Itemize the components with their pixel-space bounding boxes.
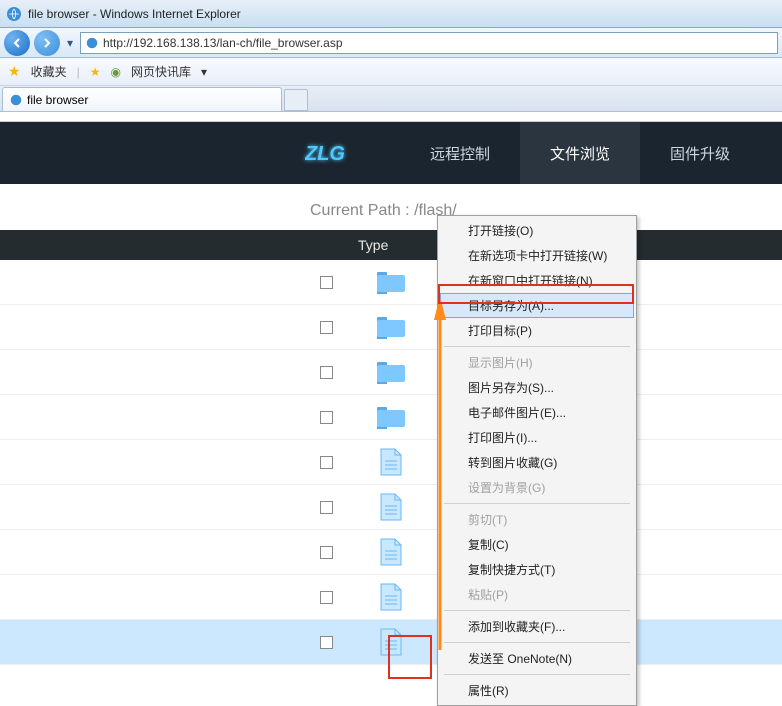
suggested-icon: ★ [90, 65, 101, 79]
file-list: dso_1.wfm [0, 260, 782, 665]
ctx-paste: 粘贴(P) [440, 582, 634, 607]
nav-file-browse[interactable]: 文件浏览 [520, 122, 640, 184]
dropdown-icon[interactable]: ▾ [201, 65, 207, 79]
row-checkbox[interactable] [320, 456, 333, 469]
svg-text:ZLG: ZLG [305, 143, 345, 165]
ctx-copy-shortcut[interactable]: 复制快捷方式(T) [440, 557, 634, 582]
quick-links-label[interactable]: 网页快讯库 [131, 63, 191, 80]
ctx-send-onenote[interactable]: 发送至 OneNote(N) [440, 646, 634, 671]
ctx-email-image[interactable]: 电子邮件图片(E)... [440, 400, 634, 425]
browser-tab[interactable]: file browser [2, 87, 282, 111]
ctx-open-link[interactable]: 打开链接(O) [440, 218, 634, 243]
web-slice-icon: ◉ [110, 65, 120, 79]
current-path-row: Current Path : /flash/ [0, 184, 782, 230]
ctx-save-image-as[interactable]: 图片另存为(S)... [440, 375, 634, 400]
ie-tab-icon [9, 93, 23, 107]
nav-remote-control[interactable]: 远程控制 [400, 122, 520, 184]
back-button[interactable] [4, 30, 30, 56]
window-title: file browser - Windows Internet Explorer [28, 7, 241, 21]
row-checkbox[interactable] [320, 366, 333, 379]
file-table-header: Type [0, 230, 782, 260]
ctx-copy[interactable]: 复制(C) [440, 532, 634, 557]
url-input[interactable] [103, 36, 773, 50]
folder-icon[interactable] [373, 268, 409, 296]
folder-icon[interactable] [373, 313, 409, 341]
file-row[interactable] [0, 575, 782, 620]
favorites-label[interactable]: 收藏夹 [31, 63, 67, 80]
separator: | [77, 65, 80, 79]
row-checkbox[interactable] [320, 501, 333, 514]
nav-history-dropdown[interactable]: ▾ [64, 31, 76, 55]
ctx-properties[interactable]: 属性(R) [440, 678, 634, 703]
zlg-logo[interactable]: ZLG [300, 138, 360, 168]
row-checkbox[interactable] [320, 636, 333, 649]
row-checkbox[interactable] [320, 411, 333, 424]
page-header: ZLG 远程控制 文件浏览 固件升级 [0, 122, 782, 184]
file-icon[interactable] [373, 628, 409, 656]
ctx-show-image: 显示图片(H) [440, 350, 634, 375]
ctx-save-target-as[interactable]: 目标另存为(A)... [440, 293, 634, 318]
ctx-separator [444, 610, 630, 611]
browser-navbar: ▾ [0, 28, 782, 58]
ctx-goto-image-fav[interactable]: 转到图片收藏(G) [440, 450, 634, 475]
row-checkbox[interactable] [320, 276, 333, 289]
favorites-bar: ★ 收藏夹 | ★ ◉ 网页快讯库 ▾ [0, 58, 782, 86]
file-row[interactable] [0, 395, 782, 440]
file-row[interactable] [0, 530, 782, 575]
new-tab-button[interactable] [284, 89, 308, 111]
ctx-open-new-tab[interactable]: 在新选项卡中打开链接(W) [440, 243, 634, 268]
file-row[interactable] [0, 485, 782, 530]
folder-icon[interactable] [373, 358, 409, 386]
column-type: Type [358, 237, 428, 253]
file-icon[interactable] [373, 583, 409, 611]
address-bar[interactable] [80, 32, 778, 54]
forward-button[interactable] [34, 30, 60, 56]
ctx-set-as-background: 设置为背景(G) [440, 475, 634, 500]
ctx-open-new-window[interactable]: 在新窗口中打开链接(N) [440, 268, 634, 293]
tab-bar: file browser [0, 86, 782, 112]
row-checkbox[interactable] [320, 321, 333, 334]
window-titlebar: file browser - Windows Internet Explorer [0, 0, 782, 28]
ctx-separator [444, 346, 630, 347]
ie-icon [6, 6, 22, 22]
tab-title: file browser [27, 93, 88, 107]
file-row[interactable] [0, 350, 782, 395]
ctx-print-image[interactable]: 打印图片(I)... [440, 425, 634, 450]
folder-icon[interactable] [373, 403, 409, 431]
nav-firmware-upgrade[interactable]: 固件升级 [640, 122, 760, 184]
file-icon[interactable] [373, 493, 409, 521]
ie-page-icon [85, 36, 99, 50]
favorites-star-icon[interactable]: ★ [8, 63, 21, 80]
ctx-separator [444, 503, 630, 504]
file-row[interactable]: dso_1.wfm [0, 620, 782, 665]
file-row[interactable] [0, 305, 782, 350]
file-row[interactable] [0, 440, 782, 485]
file-row[interactable] [0, 260, 782, 305]
file-icon[interactable] [373, 448, 409, 476]
content-divider [0, 112, 782, 122]
ctx-separator [444, 642, 630, 643]
ctx-separator [444, 674, 630, 675]
context-menu: 打开链接(O) 在新选项卡中打开链接(W) 在新窗口中打开链接(N) 目标另存为… [437, 215, 637, 706]
row-checkbox[interactable] [320, 546, 333, 559]
row-checkbox[interactable] [320, 591, 333, 604]
file-icon[interactable] [373, 538, 409, 566]
ctx-print-target[interactable]: 打印目标(P) [440, 318, 634, 343]
ctx-cut: 剪切(T) [440, 507, 634, 532]
ctx-add-to-favorites[interactable]: 添加到收藏夹(F)... [440, 614, 634, 639]
path-label: Current Path : [310, 202, 410, 219]
